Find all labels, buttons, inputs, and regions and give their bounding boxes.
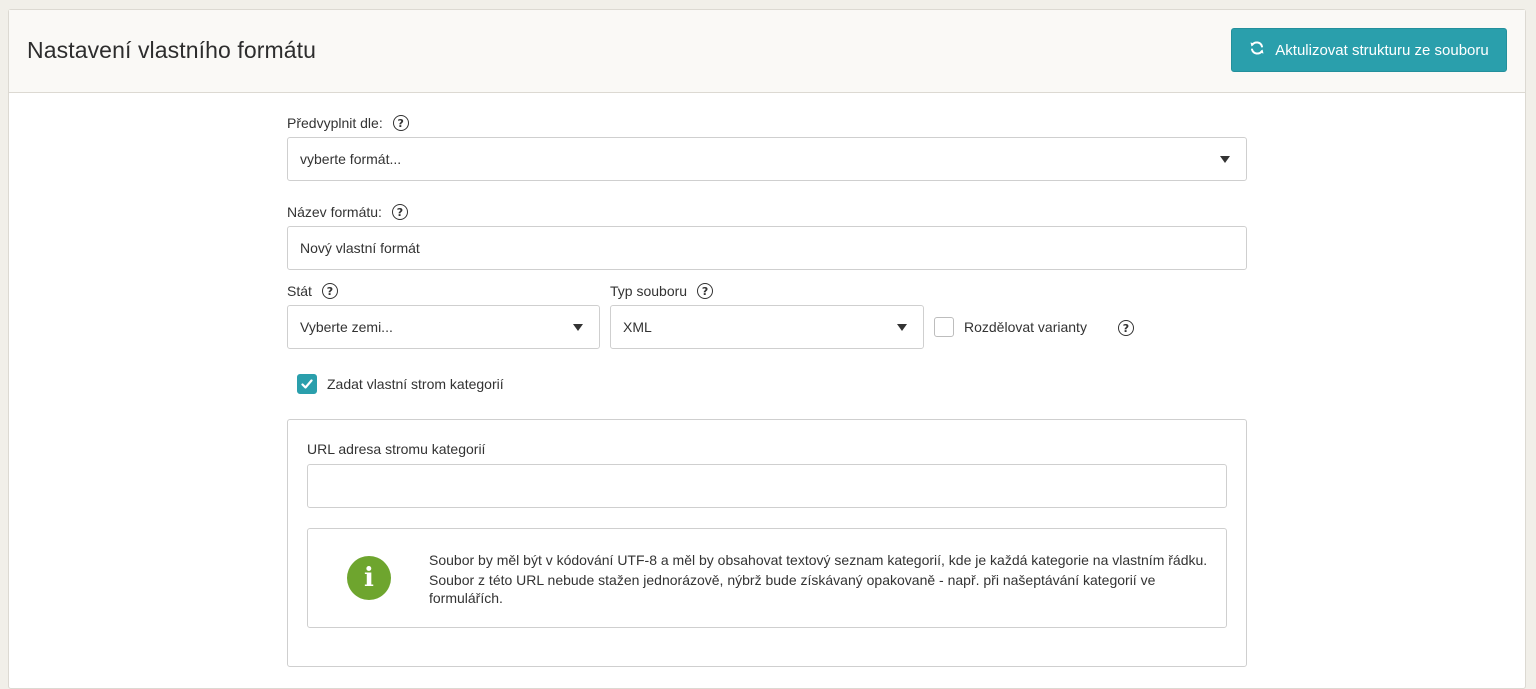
help-icon[interactable]: ? <box>1118 320 1134 336</box>
custom-tree-label: Zadat vlastní strom kategorií <box>327 376 504 392</box>
caret-down-icon <box>1220 156 1230 163</box>
country-label: Stát <box>287 283 312 299</box>
url-label: URL adresa stromu kategorií <box>307 441 486 457</box>
check-icon <box>301 379 313 389</box>
caret-down-icon <box>897 324 907 331</box>
refresh-button-label: Aktulizovat strukturu ze souboru <box>1275 41 1489 59</box>
url-input[interactable] <box>307 464 1227 508</box>
page-title: Nastavení vlastního formátu <box>27 37 317 63</box>
panel-header: Nastavení vlastního formátu Aktulizovat … <box>9 10 1525 93</box>
prefill-label: Předvyplnit dle: <box>287 115 383 131</box>
file-type-label: Typ souboru <box>610 283 688 299</box>
custom-tree-checkbox[interactable] <box>297 374 317 394</box>
prefill-select-value: vyberte formát... <box>300 151 402 167</box>
country-label-row: Stát ? <box>287 283 338 299</box>
prefill-select[interactable]: vyberte formát... <box>287 137 1247 181</box>
format-name-value: Nový vlastní formát <box>300 240 420 256</box>
country-select-value: Vyberte zemi... <box>300 319 393 335</box>
category-tree-panel: URL adresa stromu kategorií i Soubor by … <box>287 419 1247 667</box>
file-type-label-row: Typ souboru ? <box>610 283 714 299</box>
split-variants-checkbox[interactable] <box>934 317 954 337</box>
info-icon: i <box>347 556 391 600</box>
split-variants-label: Rozdělovat varianty <box>964 319 1087 335</box>
file-type-select-value: XML <box>623 319 652 335</box>
help-icon[interactable]: ? <box>697 283 714 299</box>
help-icon[interactable]: ? <box>392 115 409 131</box>
caret-down-icon <box>573 324 583 331</box>
prefill-label-row: Předvyplnit dle: ? <box>287 115 409 131</box>
help-icon[interactable]: ? <box>321 283 338 299</box>
info-line-2: Soubor z této URL nebude stažen jednoráz… <box>429 572 1156 606</box>
refresh-icon <box>1249 40 1265 60</box>
format-name-label-row: Název formátu: ? <box>287 204 408 220</box>
country-select[interactable]: Vyberte zemi... <box>287 305 600 349</box>
help-icon[interactable]: ? <box>391 204 408 220</box>
refresh-structure-button[interactable]: Aktulizovat strukturu ze souboru <box>1231 28 1507 72</box>
info-box: i Soubor by měl být v kódování UTF-8 a m… <box>307 528 1227 628</box>
format-name-label: Název formátu: <box>287 204 382 220</box>
info-text: Soubor by měl být v kódování UTF-8 a měl… <box>429 551 1209 609</box>
format-name-input[interactable]: Nový vlastní formát <box>287 226 1247 270</box>
info-line-1: Soubor by měl být v kódování UTF-8 a měl… <box>429 552 1208 568</box>
file-type-select[interactable]: XML <box>610 305 924 349</box>
